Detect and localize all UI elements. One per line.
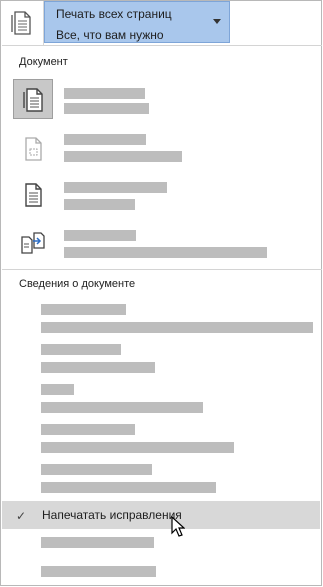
- divider: [2, 45, 322, 46]
- option-description-placeholder: [64, 199, 135, 210]
- divider: [2, 269, 322, 270]
- option-description-placeholder: [64, 151, 182, 162]
- section-header-document-info: Сведения о документе: [19, 278, 136, 290]
- print-properties-option[interactable]: [13, 223, 53, 263]
- chevron-down-icon: [213, 19, 221, 24]
- option-title-placeholder: [64, 230, 136, 241]
- info-item-placeholder[interactable]: [41, 424, 135, 435]
- info-item-placeholder[interactable]: [41, 362, 155, 373]
- print-properties-icon: [21, 232, 45, 254]
- dropdown-subtitle: Все, что вам нужно: [56, 28, 164, 42]
- print-markup-label: Напечатать исправления: [42, 508, 182, 522]
- info-item-placeholder[interactable]: [41, 402, 203, 413]
- section-header-document: Документ: [19, 56, 68, 68]
- pages-icon: [2, 1, 44, 45]
- info-item-placeholder[interactable]: [41, 344, 121, 355]
- option-title-placeholder: [64, 134, 146, 145]
- print-markup-icon: [25, 137, 42, 161]
- print-document-icon: [23, 88, 43, 112]
- option-description-placeholder: [64, 103, 149, 114]
- mouse-cursor-icon: [171, 516, 185, 537]
- info-item-placeholder[interactable]: [41, 442, 234, 453]
- print-list-of-markup-option[interactable]: [13, 175, 53, 215]
- print-markup-option[interactable]: [13, 129, 53, 169]
- info-item-placeholder[interactable]: [41, 482, 216, 493]
- option-title-placeholder: [64, 88, 145, 99]
- info-item-placeholder[interactable]: [41, 537, 154, 548]
- print-options-dropdown-menu: Печать всех страниц Все, что вам нужно Д…: [0, 0, 322, 586]
- info-item-placeholder[interactable]: [41, 566, 156, 577]
- option-title-placeholder: [64, 182, 167, 193]
- print-markup-toggle[interactable]: ✓ Напечатать исправления: [2, 501, 320, 529]
- print-range-dropdown[interactable]: Печать всех страниц Все, что вам нужно: [44, 1, 230, 43]
- info-item-placeholder[interactable]: [41, 464, 152, 475]
- info-item-placeholder[interactable]: [41, 322, 313, 333]
- info-item-placeholder[interactable]: [41, 384, 74, 395]
- info-item-placeholder[interactable]: [41, 304, 126, 315]
- checkmark-icon: ✓: [16, 509, 27, 523]
- option-description-placeholder: [64, 247, 267, 258]
- print-list-of-markup-icon: [25, 183, 42, 207]
- dropdown-title: Печать всех страниц: [56, 7, 172, 21]
- print-document-option[interactable]: [13, 79, 53, 119]
